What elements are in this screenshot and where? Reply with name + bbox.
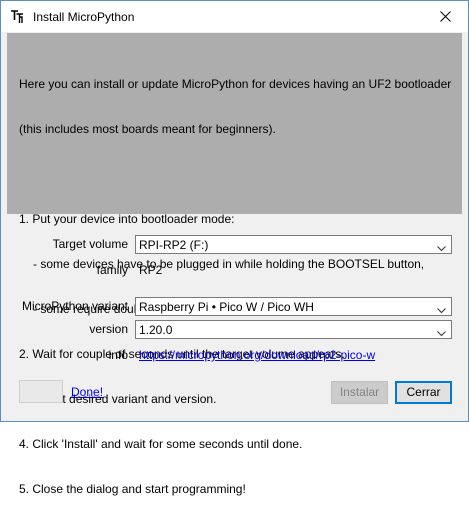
info-label: info (108, 348, 128, 362)
step-4: 4. Click 'Install' and wait for some sec… (19, 437, 303, 451)
family-label: family (96, 263, 128, 277)
step-1: 1. Put your device into bootloader mode: (19, 212, 235, 226)
install-button[interactable]: Instalar (331, 381, 388, 404)
step-5: 5. Close the dialog and start programmin… (19, 482, 246, 496)
target-volume-select[interactable]: RPI-RP2 (F:) (135, 235, 452, 254)
intro-line-2: (this includes most boards meant for beg… (19, 122, 276, 136)
variant-select[interactable]: Raspberry Pi • Pico W / Pico WH (135, 297, 452, 316)
version-label: version (89, 322, 128, 336)
variant-label: MicroPython variant (21, 299, 128, 313)
progress-indicator (19, 380, 63, 403)
target-volume-label: Target volume (52, 237, 128, 251)
window-title: Install MicroPython (33, 10, 135, 24)
family-value: RP2 (139, 263, 163, 277)
chevron-down-icon (437, 303, 446, 317)
chevron-down-icon (437, 241, 446, 255)
title-bar[interactable]: Install MicroPython (1, 1, 468, 32)
thonny-icon (10, 10, 24, 24)
close-window-button[interactable] (422, 1, 468, 32)
close-button[interactable]: Cerrar (395, 381, 452, 404)
target-volume-value: RPI-RP2 (F:) (139, 238, 209, 252)
variant-value: Raspberry Pi • Pico W / Pico WH (139, 300, 314, 314)
instructions-panel: Here you can install or update MicroPyth… (7, 33, 462, 496)
chevron-down-icon (437, 326, 446, 340)
intro-line-1: Here you can install or update MicroPyth… (19, 77, 452, 91)
close-icon (440, 11, 451, 22)
info-link[interactable]: https://micropython.org/download/rp2-pic… (139, 348, 375, 362)
version-value: 1.20.0 (139, 323, 173, 337)
install-micropython-dialog: Install MicroPython Here you can install… (0, 0, 469, 496)
version-select[interactable]: 1.20.0 (135, 320, 452, 339)
done-link[interactable]: Done! (71, 385, 103, 399)
step-1-sub-1: - some devices have to be plugged in whi… (33, 257, 425, 271)
